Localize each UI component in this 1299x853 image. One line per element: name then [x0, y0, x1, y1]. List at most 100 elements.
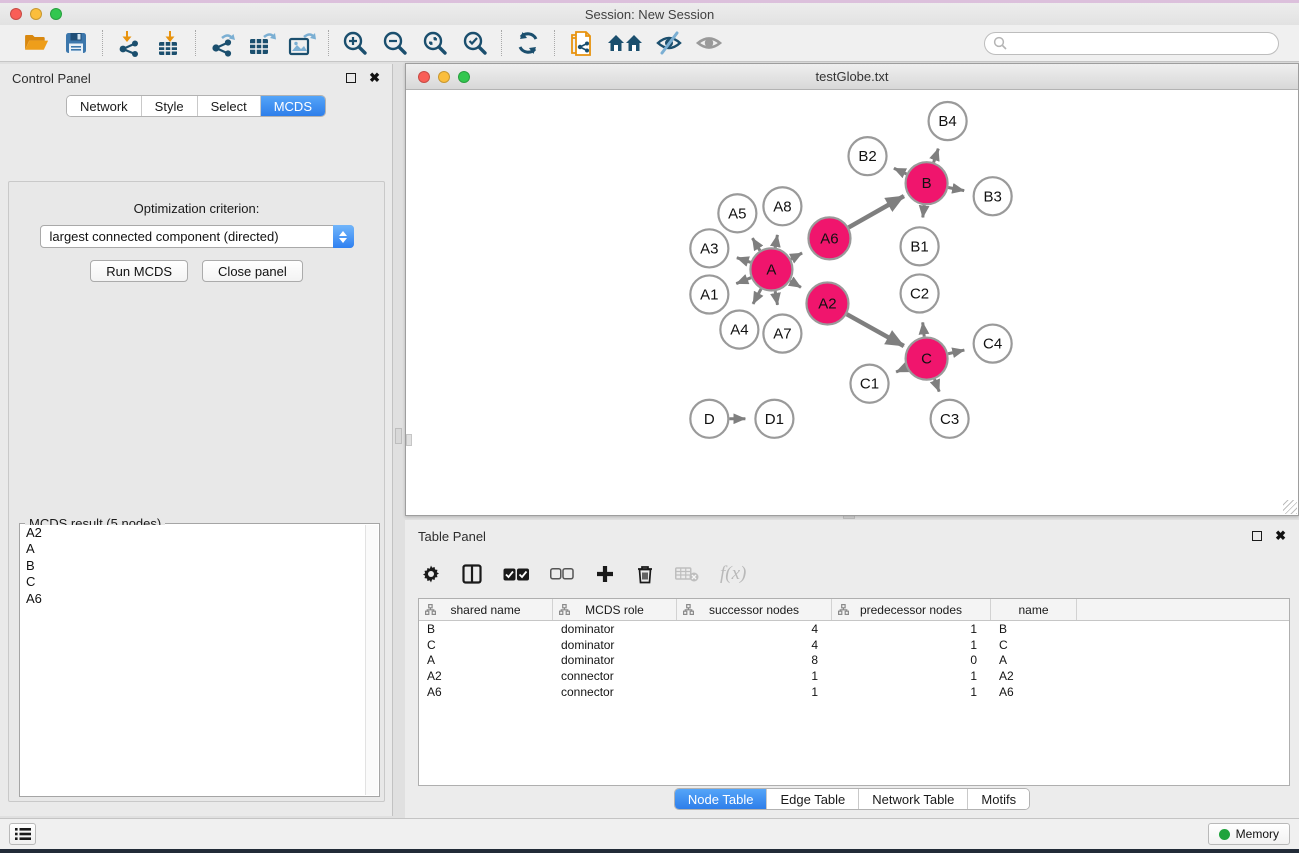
cell-name[interactable]: C — [991, 638, 1077, 652]
column-header-name[interactable]: name — [991, 599, 1077, 620]
graph-node-A4[interactable]: A4 — [720, 311, 758, 349]
mcds-result-item[interactable]: C — [21, 574, 364, 590]
zoom-in-button[interactable] — [340, 28, 370, 58]
network-graph[interactable]: B4B2BB3A8A5A6B1A3AC2A1A2A4A7C4CC1C3DD1 — [406, 90, 1298, 515]
edge-A-A1[interactable] — [736, 278, 751, 284]
export-network-button[interactable] — [207, 28, 237, 58]
edge-C-C3[interactable] — [934, 379, 939, 391]
refresh-button[interactable] — [513, 28, 543, 58]
cell-shared-name[interactable]: B — [419, 622, 553, 636]
graph-node-A1[interactable]: A1 — [690, 275, 728, 313]
cell-predecessor-nodes[interactable]: 1 — [832, 685, 991, 699]
cell-predecessor-nodes[interactable]: 1 — [832, 622, 991, 636]
graph-node-A6[interactable]: A6 — [808, 217, 850, 259]
cell-successor-nodes[interactable]: 4 — [677, 638, 832, 652]
first-neighbors-button[interactable] — [606, 28, 644, 58]
network-search-field[interactable] — [984, 32, 1279, 55]
run-mcds-button[interactable]: Run MCDS — [90, 260, 188, 282]
edge-B-B3[interactable] — [948, 187, 964, 190]
mcds-result-item[interactable]: A2 — [21, 525, 364, 541]
window-resize-grip[interactable] — [1283, 500, 1297, 514]
search-input[interactable] — [1007, 34, 1278, 52]
edge-A-A5[interactable] — [752, 238, 760, 250]
node-table[interactable]: shared nameMCDS rolesuccessor nodesprede… — [418, 598, 1290, 786]
float-table-panel-icon[interactable] — [1252, 531, 1262, 541]
delete-table-button[interactable] — [675, 566, 699, 582]
zoom-selected-button[interactable] — [460, 28, 490, 58]
graph-node-D1[interactable]: D1 — [755, 400, 793, 438]
edge-A-A7[interactable] — [775, 291, 777, 305]
mcds-result-scrollbar[interactable] — [365, 525, 378, 795]
tab-style[interactable]: Style — [141, 96, 197, 116]
edge-C-C1[interactable] — [896, 367, 906, 372]
close-panel-icon[interactable]: ✖ — [369, 73, 380, 83]
edge-A-A3[interactable] — [737, 258, 751, 263]
show-columns-button[interactable] — [462, 564, 482, 584]
table-row[interactable]: A2connector11A2 — [419, 668, 1289, 684]
zoom-out-button[interactable] — [380, 28, 410, 58]
export-table-button[interactable] — [247, 28, 277, 58]
function-builder-button[interactable]: f(x) — [720, 563, 746, 585]
open-session-button[interactable] — [21, 28, 51, 58]
cell-predecessor-nodes[interactable]: 1 — [832, 638, 991, 652]
graph-node-C2[interactable]: C2 — [901, 274, 939, 312]
column-header-shared-name[interactable]: shared name — [419, 599, 553, 620]
close-table-panel-icon[interactable]: ✖ — [1275, 531, 1286, 541]
edge-A-A4[interactable] — [753, 289, 761, 304]
canvas-edge-grip[interactable] — [406, 434, 412, 446]
column-header-successor-nodes[interactable]: successor nodes — [677, 599, 832, 620]
edge-A6-B[interactable] — [849, 196, 904, 227]
cell-name[interactable]: A2 — [991, 669, 1077, 683]
tab-mcds[interactable]: MCDS — [260, 96, 325, 116]
graph-node-B2[interactable]: B2 — [848, 137, 886, 175]
memory-button[interactable]: Memory — [1208, 823, 1290, 845]
cell-MCDS-role[interactable]: dominator — [553, 638, 677, 652]
edge-A-A2[interactable] — [790, 281, 801, 288]
optimization-criterion-select[interactable]: largest connected component (directed) — [40, 225, 354, 248]
graph-node-A8[interactable]: A8 — [763, 187, 801, 225]
cell-shared-name[interactable]: C — [419, 638, 553, 652]
cell-successor-nodes[interactable]: 8 — [677, 653, 832, 667]
cell-shared-name[interactable]: A6 — [419, 685, 553, 699]
graph-node-C1[interactable]: C1 — [850, 365, 888, 403]
new-network-from-selection-button[interactable] — [566, 28, 596, 58]
graph-node-A5[interactable]: A5 — [718, 194, 756, 232]
graph-node-B[interactable]: B — [906, 162, 948, 204]
table-row[interactable]: Bdominator41B — [419, 621, 1289, 637]
table-mode-gear-button[interactable] — [421, 564, 441, 584]
tab-motifs[interactable]: Motifs — [967, 789, 1029, 809]
save-session-button[interactable] — [61, 28, 91, 58]
zoom-fit-button[interactable] — [420, 28, 450, 58]
column-header-MCDS-role[interactable]: MCDS role — [553, 599, 677, 620]
cell-predecessor-nodes[interactable]: 0 — [832, 653, 991, 667]
graph-node-D[interactable]: D — [690, 400, 728, 438]
cell-successor-nodes[interactable]: 4 — [677, 622, 832, 636]
float-panel-icon[interactable] — [346, 73, 356, 83]
cell-successor-nodes[interactable]: 1 — [677, 669, 832, 683]
import-network-button[interactable] — [114, 28, 144, 58]
split-pane-handle[interactable] — [395, 428, 402, 444]
mcds-result-list[interactable]: A2ABCA6 — [21, 525, 364, 795]
tab-edge-table[interactable]: Edge Table — [766, 789, 858, 809]
delete-columns-button[interactable] — [636, 564, 654, 584]
table-row[interactable]: Adominator80A — [419, 653, 1289, 669]
graph-node-A3[interactable]: A3 — [690, 229, 728, 267]
graph-node-A2[interactable]: A2 — [806, 282, 848, 324]
tab-network[interactable]: Network — [67, 96, 141, 116]
cell-MCDS-role[interactable]: dominator — [553, 653, 677, 667]
tab-network-table[interactable]: Network Table — [858, 789, 967, 809]
graph-node-C4[interactable]: C4 — [974, 325, 1012, 363]
cell-MCDS-role[interactable]: connector — [553, 669, 677, 683]
close-panel-button[interactable]: Close panel — [202, 260, 303, 282]
select-all-columns-button[interactable] — [503, 568, 529, 581]
cell-MCDS-role[interactable]: dominator — [553, 622, 677, 636]
column-header-predecessor-nodes[interactable]: predecessor nodes — [832, 599, 991, 620]
create-column-button[interactable] — [595, 564, 615, 584]
cell-successor-nodes[interactable]: 1 — [677, 685, 832, 699]
graph-node-A7[interactable]: A7 — [763, 315, 801, 353]
cell-predecessor-nodes[interactable]: 1 — [832, 669, 991, 683]
import-table-button[interactable] — [154, 28, 184, 58]
export-image-button[interactable] — [287, 28, 317, 58]
cell-name[interactable]: B — [991, 622, 1077, 636]
graph-node-B4[interactable]: B4 — [929, 102, 967, 140]
